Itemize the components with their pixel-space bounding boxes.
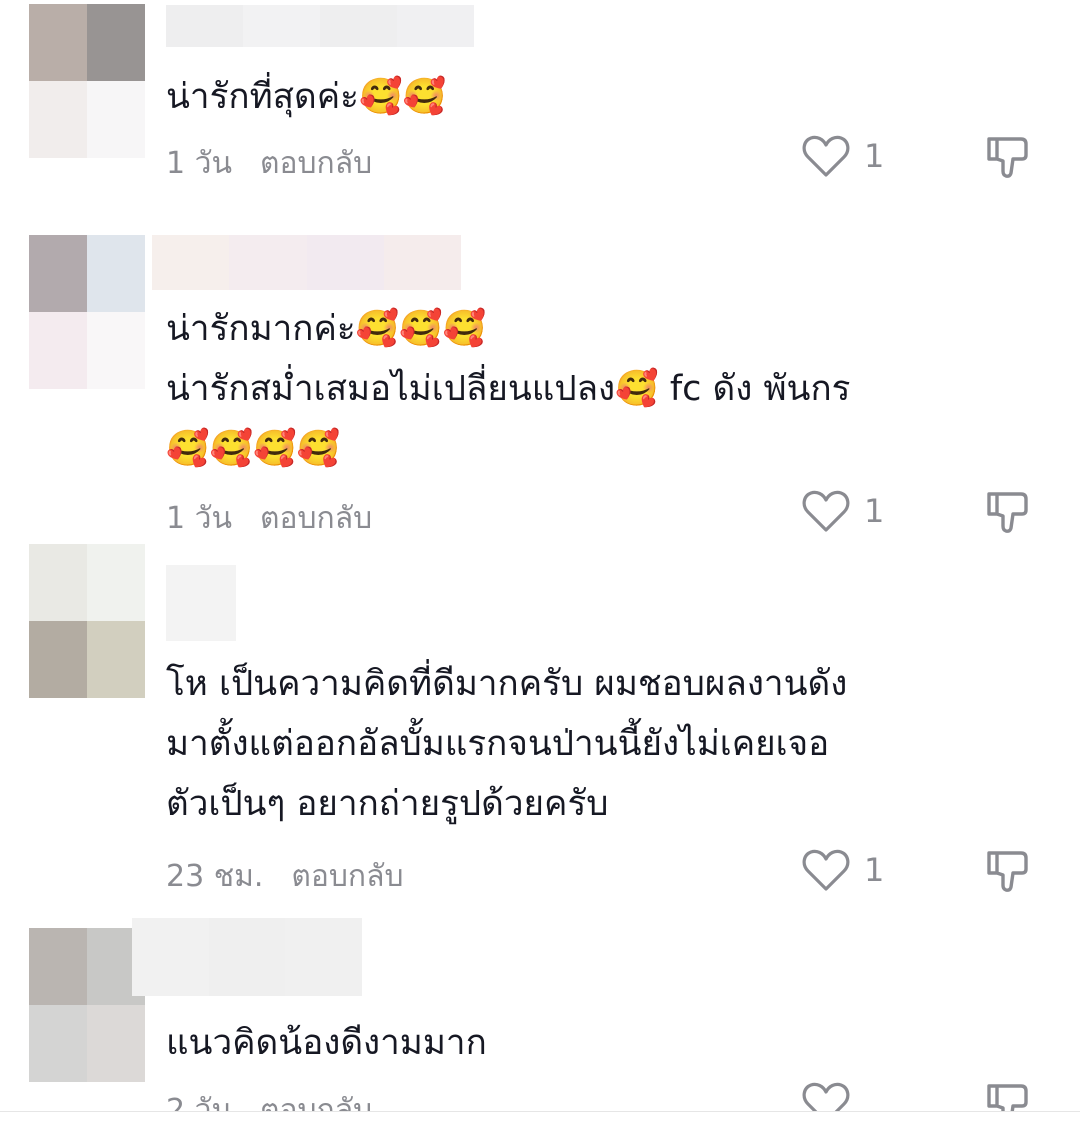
comment-line: แนวคิดน้องดีงามมาก — [166, 1023, 487, 1063]
comment-item: แนวคิดน้องดีงามมาก 2 วันตอบกลับ — [0, 910, 1080, 1134]
avatar-pixel — [29, 621, 87, 698]
thumbs-down-icon — [985, 847, 1031, 895]
avatar-pixel — [87, 4, 145, 81]
comment-line: น่ารักสม่ำเสมอไม่เปลี่ยนแปลง🥰 fc ดัง พัน… — [166, 369, 851, 409]
thumbs-down-icon — [985, 488, 1031, 536]
comment-item: โห เป็นความคิดที่ดีมากครับ ผมชอบผลงานดัง… — [0, 540, 1080, 910]
like-button[interactable]: 1 — [802, 847, 884, 893]
heart-outline-icon — [802, 133, 850, 179]
avatar-pixel — [29, 928, 87, 1005]
comment-text: น่ารักมากค่ะ🥰🥰🥰 น่ารักสม่ำเสมอไม่เปลี่ยน… — [166, 299, 850, 479]
comment-item: น่ารักที่สุดค่ะ🥰🥰 1 วัน ตอบกลับ 1 — [0, 0, 1080, 200]
bottom-cutoff — [0, 1112, 1080, 1134]
avatar-pixel — [29, 312, 87, 389]
username-blurred[interactable] — [152, 235, 461, 290]
username-blurred[interactable] — [166, 565, 236, 641]
like-count: 1 — [864, 137, 885, 175]
comment-text: น่ารักที่สุดค่ะ🥰🥰 — [166, 67, 446, 127]
avatar[interactable] — [29, 4, 145, 158]
like-count: 1 — [864, 492, 885, 530]
avatar-pixel — [29, 1005, 87, 1082]
comment-meta: 1 วัน ตอบกลับ — [166, 140, 372, 187]
reply-button[interactable]: ตอบกลับ — [260, 146, 372, 181]
username-blurred[interactable] — [166, 5, 474, 47]
reply-button[interactable]: ตอบกลับ — [291, 859, 403, 894]
avatar-pixel — [87, 544, 145, 621]
avatar[interactable] — [29, 544, 145, 698]
heart-outline-icon — [802, 847, 850, 893]
dislike-button[interactable] — [985, 133, 1031, 181]
avatar-pixel — [29, 81, 87, 158]
comment-time: 23 ชม. — [166, 859, 264, 894]
comment-line: 🥰🥰🥰🥰 — [166, 429, 341, 469]
avatar-pixel — [87, 621, 145, 698]
avatar-pixel — [29, 544, 87, 621]
dislike-button[interactable] — [985, 847, 1031, 895]
comment-meta: 1 วัน ตอบกลับ — [166, 495, 372, 542]
avatar[interactable] — [29, 928, 145, 1082]
avatar-pixel — [87, 81, 145, 158]
comment-line: น่ารักมากค่ะ🥰🥰🥰 — [166, 309, 487, 349]
comment-text: แนวคิดน้องดีงามมาก — [166, 1013, 487, 1073]
comment-item: น่ารักมากค่ะ🥰🥰🥰 น่ารักสม่ำเสมอไม่เปลี่ยน… — [0, 230, 1080, 540]
like-count: 1 — [864, 851, 885, 889]
avatar-pixel — [87, 1005, 145, 1082]
comment-meta: 23 ชม. ตอบกลับ — [166, 853, 404, 900]
thumbs-down-icon — [985, 133, 1031, 181]
comment-time: 1 วัน — [166, 146, 232, 181]
reply-button[interactable]: ตอบกลับ — [260, 501, 372, 536]
avatar-pixel — [29, 4, 87, 81]
comment-line: ตัวเป็นๆ อยากถ่ายรูปด้วยครับ — [166, 784, 609, 824]
username-blurred[interactable] — [132, 918, 363, 996]
comment-line: น่ารักที่สุดค่ะ🥰🥰 — [166, 77, 447, 117]
comment-line: โห เป็นความคิดที่ดีมากครับ ผมชอบผลงานดัง — [166, 664, 848, 704]
avatar-pixel — [29, 235, 87, 312]
avatar-pixel — [87, 312, 145, 389]
dislike-button[interactable] — [985, 488, 1031, 536]
avatar-pixel — [87, 235, 145, 312]
comment-time: 1 วัน — [166, 501, 232, 536]
like-button[interactable]: 1 — [802, 488, 884, 534]
comment-line: มาตั้งแต่ออกอัลบั้มแรกจนป่านนี้ยังไม่เคย… — [166, 724, 830, 764]
comment-text: โห เป็นความคิดที่ดีมากครับ ผมชอบผลงานดัง… — [166, 654, 847, 834]
heart-outline-icon — [802, 488, 850, 534]
avatar[interactable] — [29, 235, 145, 389]
like-button[interactable]: 1 — [802, 133, 884, 179]
